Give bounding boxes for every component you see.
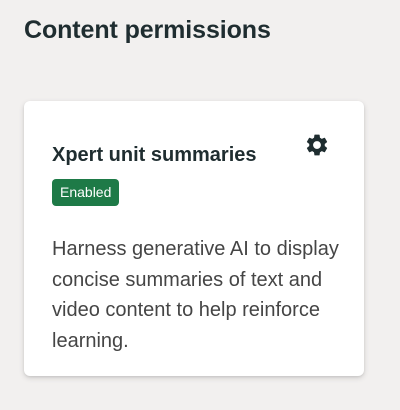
settings-button[interactable] [304,132,330,158]
card-title: Xpert unit summaries [52,144,257,166]
status-badge: Enabled [52,179,120,206]
page-title: Content permissions [24,16,271,44]
xpert-summaries-card: Xpert unit summaries Enabled Harness gen… [24,101,364,376]
gear-icon [306,134,328,156]
card-description: Harness generative AI to display concise… [52,238,339,352]
